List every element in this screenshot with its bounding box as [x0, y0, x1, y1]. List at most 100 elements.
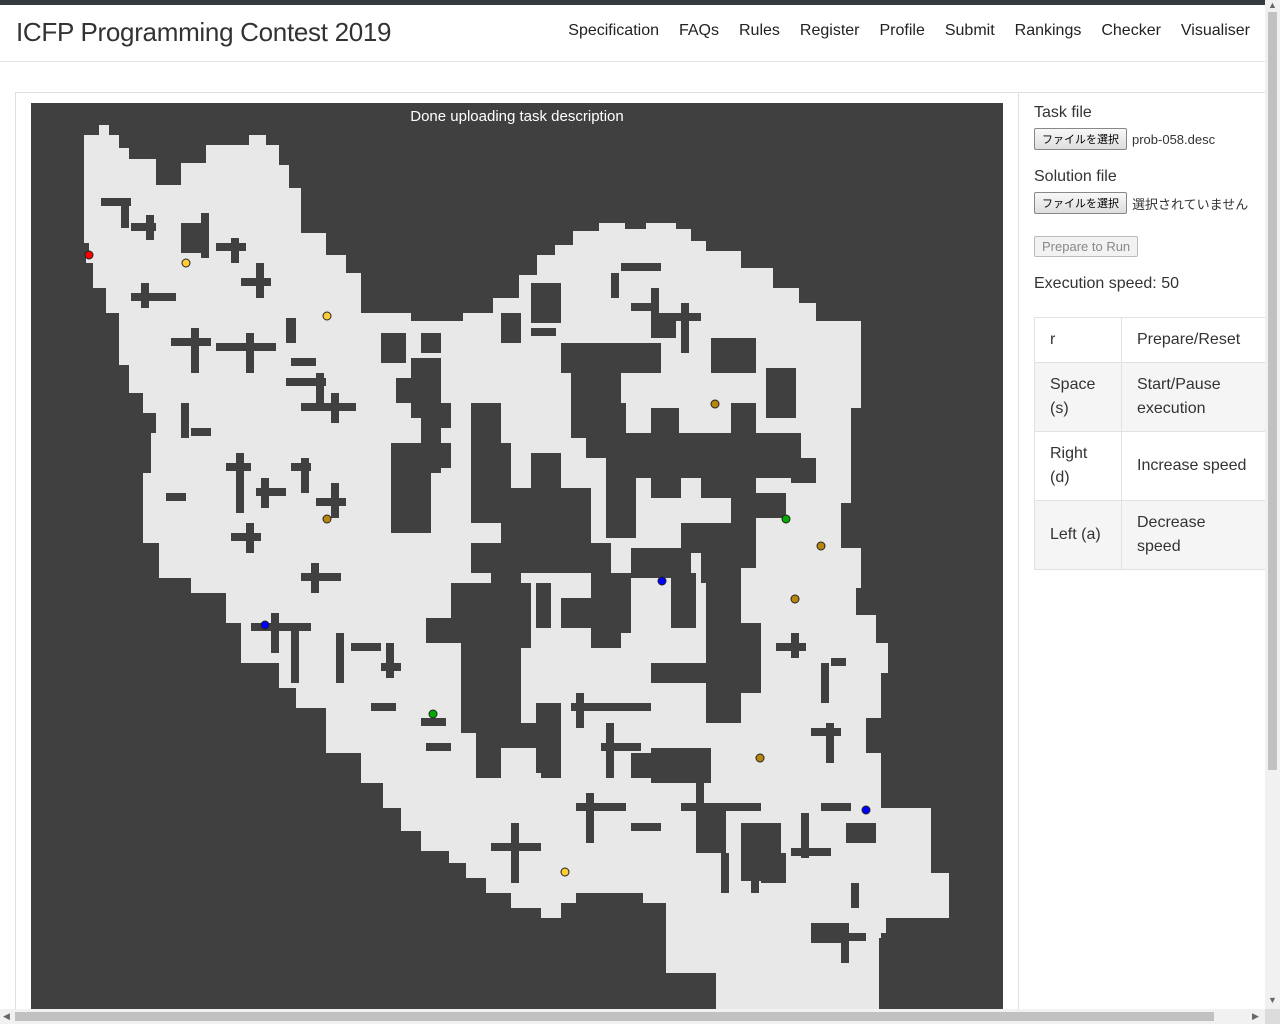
booster-marker: [322, 311, 332, 321]
obstacle: [586, 403, 626, 448]
prepare-run-button[interactable]: Prepare to Run: [1034, 236, 1139, 257]
obstacle: [286, 318, 296, 343]
solution-file-label: Solution file: [1034, 168, 1117, 185]
obstacle: [576, 803, 626, 811]
obstacle: [826, 723, 834, 763]
obstacle: [846, 823, 876, 843]
obstacle: [426, 743, 451, 751]
obstacle: [181, 223, 201, 253]
obstacle: [681, 803, 761, 811]
booster-marker: [260, 620, 270, 630]
nav-register[interactable]: Register: [800, 22, 860, 40]
booster-marker: [861, 805, 871, 815]
obstacle: [766, 368, 796, 418]
obstacle: [201, 213, 209, 258]
site-title[interactable]: ICFP Programming Contest 2019: [16, 17, 392, 48]
canvas-status: Done uploading task description: [410, 108, 624, 125]
obstacle: [701, 543, 741, 583]
nav-rules[interactable]: Rules: [739, 22, 780, 40]
obstacle: [851, 883, 859, 908]
obstacle: [311, 563, 319, 593]
scroll-left-icon[interactable]: ◀: [3, 1011, 10, 1022]
horizontal-scrollbar[interactable]: ◀ ▶: [0, 1009, 1265, 1024]
obstacle: [611, 273, 619, 298]
obstacle: [336, 633, 344, 683]
solution-file-button[interactable]: ファイルを選択: [1034, 192, 1127, 214]
solution-file-input[interactable]: ファイルを選択 選択されていません: [1034, 192, 1265, 214]
task-file-button[interactable]: ファイルを選択: [1034, 128, 1127, 150]
execution-speed: Execution speed: 50: [1034, 275, 1179, 292]
solution-filename: 選択されていません: [1132, 196, 1249, 212]
shortcut-key: Right (d): [1034, 431, 1122, 501]
obstacle: [531, 328, 556, 336]
obstacle: [621, 263, 661, 271]
obstacle: [571, 703, 651, 711]
obstacle: [371, 703, 396, 711]
task-file-label: Task file: [1034, 104, 1092, 121]
obstacle: [511, 823, 519, 883]
obstacle: [191, 428, 211, 436]
nav-visualiser[interactable]: Visualiser: [1181, 22, 1250, 40]
obstacle: [231, 238, 239, 263]
obstacle: [471, 633, 506, 703]
obstacle: [531, 283, 561, 323]
booster-marker: [428, 709, 438, 719]
control-panel: Task file ファイルを選択 prob-058.desc Solution…: [1034, 104, 1266, 570]
booster-marker: [790, 594, 800, 604]
obstacle: [166, 493, 186, 501]
table-row: Space (s) Start/Pause execution: [1034, 362, 1266, 432]
obstacle: [721, 853, 729, 893]
obstacle: [316, 373, 324, 408]
shortcut-key: Space (s): [1034, 362, 1122, 432]
obstacle: [246, 333, 254, 373]
obstacle: [671, 573, 696, 628]
shortcut-action: Increase speed: [1121, 431, 1266, 501]
shortcut-action: Prepare/Reset: [1121, 317, 1266, 363]
obstacle: [396, 378, 416, 403]
obstacle: [791, 848, 831, 856]
task-filename: prob-058.desc: [1132, 131, 1216, 147]
horizontal-scroll-thumb[interactable]: [15, 1012, 1214, 1021]
obstacle: [256, 263, 264, 298]
nav-profile[interactable]: Profile: [879, 22, 924, 40]
task-file-input[interactable]: ファイルを選択 prob-058.desc: [1034, 128, 1265, 150]
scroll-right-icon[interactable]: ▶: [1252, 1011, 1259, 1022]
nav-checker[interactable]: Checker: [1101, 22, 1161, 40]
obstacle: [651, 448, 681, 498]
obstacle: [471, 543, 611, 573]
nav-specification[interactable]: Specification: [568, 22, 659, 40]
table-row: r Prepare/Reset: [1034, 317, 1266, 363]
obstacle: [121, 198, 129, 228]
nav-rankings[interactable]: Rankings: [1015, 22, 1082, 40]
obstacle: [571, 358, 591, 438]
obstacle: [716, 623, 761, 693]
scroll-up-icon[interactable]: ▲: [1268, 0, 1277, 10]
obstacle: [331, 393, 339, 423]
scroll-down-icon[interactable]: ▼: [1268, 995, 1277, 1005]
obstacle: [421, 718, 446, 726]
obstacle: [731, 403, 756, 443]
panel-divider: [1018, 93, 1019, 1013]
obstacle: [736, 493, 786, 518]
obstacle: [146, 215, 154, 240]
vertical-scrollbar[interactable]: ▲ ▼: [1265, 0, 1280, 1009]
obstacle: [251, 623, 311, 631]
obstacle: [531, 453, 561, 513]
robot-marker: [84, 250, 94, 260]
obstacle: [591, 573, 631, 633]
obstacle: [261, 478, 269, 508]
visualiser-canvas[interactable]: Done uploading task description: [31, 103, 1003, 1009]
booster-marker: [322, 514, 332, 524]
navbar: ICFP Programming Contest 2019 Specificat…: [0, 5, 1265, 62]
booster-marker: [710, 399, 720, 409]
nav-submit[interactable]: Submit: [945, 22, 995, 40]
shortcut-action: Start/Pause execution: [1121, 362, 1266, 432]
vertical-scroll-thumb[interactable]: [1268, 12, 1277, 770]
obstacle: [821, 803, 851, 811]
nav-faqs[interactable]: FAQs: [679, 22, 719, 40]
obstacle: [351, 643, 381, 651]
obstacle: [331, 483, 339, 518]
obstacle: [791, 633, 799, 658]
obstacle: [181, 403, 189, 438]
obstacle: [501, 313, 521, 343]
